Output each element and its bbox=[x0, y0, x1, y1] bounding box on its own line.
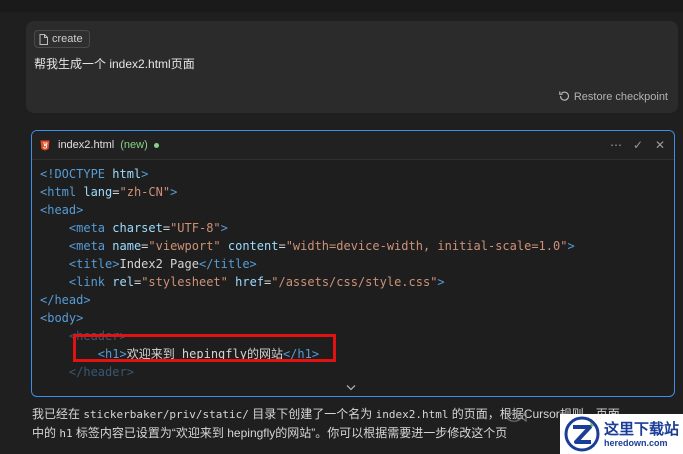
unsaved-dot-icon bbox=[153, 142, 159, 148]
code-block-actions: ⋯ ✓ ✕ bbox=[610, 138, 666, 152]
file-icon bbox=[39, 33, 48, 45]
prompt-text: 帮我生成一个 index2.html页面 bbox=[34, 57, 195, 71]
file-name: index2.html bbox=[58, 139, 115, 151]
more-options-icon[interactable]: ⋯ bbox=[610, 138, 622, 152]
watermark-cn: 这里下载站 bbox=[604, 419, 680, 438]
top-strip bbox=[0, 0, 683, 12]
tag-code: h1 bbox=[59, 427, 73, 440]
code-content: <!DOCTYPE html> <html lang="zh-CN"> <hea… bbox=[32, 160, 674, 381]
code-line: <title>Index2 Page</title> bbox=[68, 257, 257, 271]
code-line: </header> bbox=[68, 365, 134, 379]
code-line: <link rel="stylesheet" href="/assets/css… bbox=[68, 275, 445, 289]
user-message-card: create 帮我生成一个 index2.html页面 Restore chec… bbox=[26, 21, 678, 113]
file-code: index2.html bbox=[375, 408, 449, 421]
code-line: <meta name="viewport" content="width=dev… bbox=[68, 239, 575, 253]
new-file-tag: (new) bbox=[120, 139, 148, 151]
code-line: <header> bbox=[68, 329, 127, 343]
code-line: <!DOCTYPE html> bbox=[40, 167, 149, 181]
code-block-header: index2.html (new) ⋯ ✓ ✕ bbox=[32, 131, 674, 160]
accept-icon[interactable]: ✓ bbox=[632, 138, 644, 152]
code-line: <meta charset="UTF-8"> bbox=[68, 221, 228, 235]
create-chip-label: create bbox=[52, 33, 83, 45]
restore-icon bbox=[559, 90, 570, 104]
reject-icon[interactable]: ✕ bbox=[654, 138, 666, 152]
watermark-fish-icon bbox=[505, 411, 527, 426]
html5-icon bbox=[40, 140, 50, 151]
path-code: stickerbaker/priv/static/ bbox=[83, 408, 249, 421]
chevron-down-icon[interactable] bbox=[346, 383, 356, 394]
watermark-badge: 这里下载站 heredown.com bbox=[560, 414, 683, 454]
restore-checkpoint-button[interactable]: Restore checkpoint bbox=[559, 90, 668, 104]
code-line-highlighted: <h1>欢迎来到 hepingfly的网站</h1> bbox=[97, 347, 320, 361]
code-block: index2.html (new) ⋯ ✓ ✕ <!DOCTYPE html> … bbox=[31, 130, 675, 397]
create-chip[interactable]: create bbox=[34, 30, 90, 48]
code-line: <head> bbox=[40, 203, 84, 217]
code-line: <html lang="zh-CN"> bbox=[40, 185, 178, 199]
restore-label: Restore checkpoint bbox=[573, 91, 668, 103]
watermark-logo-icon bbox=[564, 416, 600, 452]
watermark-url: heredown.com bbox=[604, 437, 668, 448]
code-line: <body> bbox=[40, 311, 84, 325]
code-line: </head> bbox=[40, 293, 91, 307]
